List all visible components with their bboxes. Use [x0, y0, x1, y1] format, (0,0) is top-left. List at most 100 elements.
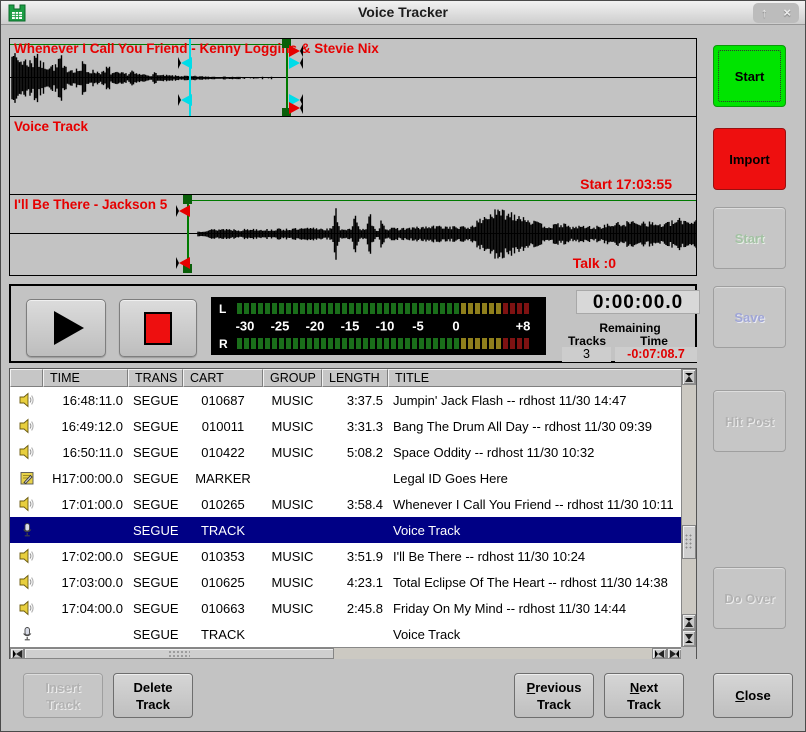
log-row[interactable]: 16:50:11.0SEGUE010422MUSIC5:08.2Space Od…: [10, 439, 683, 465]
import-button[interactable]: Import: [713, 128, 786, 190]
meter-segment: [426, 338, 431, 349]
log-row[interactable]: 17:04:00.0SEGUE010663MUSIC2:45.8Friday O…: [10, 595, 683, 621]
row-icon-cell: [10, 444, 43, 460]
waveform-panel-previous-track[interactable]: Whenever I Call You Friend - Kenny Loggi…: [10, 39, 696, 117]
hit-post-button[interactable]: Hit Post: [713, 390, 786, 452]
remaining-time-value: -0:07:08.7: [615, 347, 697, 362]
insert-track-button[interactable]: InsertTrack: [23, 673, 103, 718]
track-title: Whenever I Call You Friend - Kenny Loggi…: [14, 41, 379, 56]
log-row[interactable]: 17:02:00.0SEGUE010353MUSIC3:51.9I'll Be …: [10, 543, 683, 569]
start-button[interactable]: Start: [713, 45, 786, 107]
meter-segment: [468, 303, 473, 314]
do-over-button[interactable]: Do Over: [713, 567, 786, 629]
row-icon-cell: [10, 496, 43, 512]
log-row[interactable]: 16:48:11.0SEGUE010687MUSIC3:37.5Jumpin' …: [10, 387, 683, 413]
column-header-icon[interactable]: [10, 369, 43, 387]
scroll-right-button[interactable]: [667, 648, 682, 659]
meter-scale-label: -30: [236, 319, 255, 334]
stop-button[interactable]: [119, 299, 197, 357]
cyan-marker-handle[interactable]: [289, 57, 303, 69]
cell-title: Legal ID Goes Here: [388, 471, 683, 486]
meter-segment: [342, 303, 347, 314]
cell-time: H17:00:00.0: [43, 471, 128, 486]
close-window-icon[interactable]: ×: [783, 4, 791, 22]
previous-track-button[interactable]: PreviousTrack: [514, 673, 594, 718]
green-marker-hline: [189, 200, 696, 201]
meter-segment: [405, 303, 410, 314]
stop-icon: [144, 312, 172, 345]
cell-trans: SEGUE: [128, 523, 183, 538]
red-marker-handle[interactable]: [289, 102, 303, 114]
meter-segment: [377, 338, 382, 349]
cyan-marker-handle[interactable]: [178, 94, 192, 106]
log-row[interactable]: SEGUETRACKVoice Track: [10, 517, 683, 543]
column-header-trans[interactable]: TRANS: [128, 369, 183, 387]
talk-label: Talk :0: [573, 255, 616, 271]
scroll-left-button[interactable]: [10, 648, 24, 659]
log-row[interactable]: 17:01:00.0SEGUE010265MUSIC3:58.4Whenever…: [10, 491, 683, 517]
speaker-icon: [19, 574, 35, 590]
red-marker-handle[interactable]: [176, 205, 190, 217]
meter-segment: [328, 303, 333, 314]
play-button[interactable]: [26, 299, 106, 357]
horizontal-scrollbar-thumb[interactable]: [24, 648, 334, 659]
meter-segment: [447, 303, 452, 314]
next-track-button[interactable]: NextTrack: [604, 673, 684, 718]
log-row[interactable]: 17:03:00.0SEGUE010625MUSIC4:23.1Total Ec…: [10, 569, 683, 595]
column-header-cart[interactable]: CART: [183, 369, 263, 387]
record-start-button[interactable]: Start: [713, 207, 786, 269]
red-marker-handle[interactable]: [289, 45, 303, 57]
meter-segment: [377, 303, 382, 314]
remaining-title: Remaining: [580, 321, 680, 335]
delete-track-button[interactable]: DeleteTrack: [113, 673, 193, 718]
meter-segment: [307, 303, 312, 314]
cell-trans: SEGUE: [128, 601, 183, 616]
marker-note-icon: [19, 470, 35, 486]
red-marker-handle[interactable]: [176, 257, 190, 269]
meter-segment: [356, 338, 361, 349]
scroll-down-button[interactable]: [682, 630, 696, 647]
cell-cart: TRACK: [183, 523, 263, 538]
cell-group: MUSIC: [263, 497, 322, 512]
cell-title: Whenever I Call You Friend -- rdhost 11/…: [388, 497, 683, 512]
log-row[interactable]: SEGUETRACKVoice Track: [10, 621, 683, 647]
meter-segment: [300, 338, 305, 349]
cell-group: MUSIC: [263, 575, 322, 590]
meter-segment: [419, 303, 424, 314]
meter-segment: [286, 338, 291, 349]
cell-trans: SEGUE: [128, 497, 183, 512]
close-button[interactable]: Close: [713, 673, 793, 718]
horizontal-scrollbar[interactable]: [10, 647, 683, 659]
shade-window-icon[interactable]: ↑: [761, 4, 768, 22]
vertical-scrollbar[interactable]: [681, 369, 696, 647]
scroll-up-button[interactable]: [682, 614, 696, 630]
save-button[interactable]: Save: [713, 286, 786, 348]
scroll-left-button[interactable]: [652, 648, 667, 659]
vertical-scrollbar-thumb[interactable]: [682, 525, 696, 559]
waveform-panel-next-track[interactable]: I'll Be There - Jackson 5 Talk :0: [10, 195, 696, 273]
waveform-panel-voice-track[interactable]: Voice Track Start 17:03:55: [10, 117, 696, 195]
log-row[interactable]: 16:49:12.0SEGUE010011MUSIC3:31.3Bang The…: [10, 413, 683, 439]
row-icon-cell: [10, 626, 43, 642]
transport-bar: L -30-25-20-15-10-50+8 R 0:00:00.0 Remai…: [9, 284, 697, 363]
column-header-group[interactable]: GROUP: [263, 369, 322, 387]
meter-segment: [370, 303, 375, 314]
window-controls: ↑ ×: [753, 3, 799, 23]
cell-trans: SEGUE: [128, 627, 183, 642]
column-header-time[interactable]: TIME: [43, 369, 128, 387]
scroll-up-button[interactable]: [682, 369, 696, 385]
meter-segment: [503, 338, 508, 349]
log-row[interactable]: H17:00:00.0SEGUEMARKERLegal ID Goes Here: [10, 465, 683, 491]
column-header-length[interactable]: LENGTH: [322, 369, 388, 387]
arrow-left-icon: [655, 650, 664, 658]
meter-segment: [335, 338, 340, 349]
cyan-marker-handle[interactable]: [178, 57, 192, 69]
green-marker-square[interactable]: [183, 195, 192, 204]
meter-segment: [258, 338, 263, 349]
meter-segment: [524, 338, 529, 349]
cell-time: 17:01:00.0: [43, 497, 128, 512]
column-header-title[interactable]: TITLE: [388, 369, 683, 387]
table-header: TIMETRANSCARTGROUPLENGTHTITLE: [10, 369, 683, 387]
meter-segment: [510, 338, 515, 349]
meter-segment: [482, 338, 487, 349]
